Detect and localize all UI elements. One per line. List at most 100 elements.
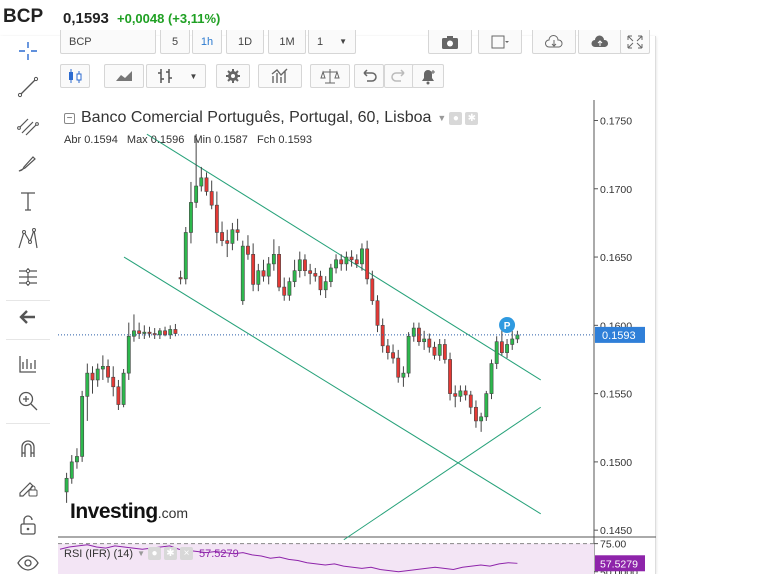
fib-icon [17, 118, 39, 136]
legend-collapse-button[interactable]: − [64, 112, 75, 124]
candle [69, 455, 74, 484]
chevron-down-icon[interactable]: ▼ [137, 549, 145, 558]
chart-legend: − Banco Comercial Português, Portugal, 6… [64, 108, 479, 128]
cloud-download-icon [545, 34, 563, 47]
visibility-tool[interactable] [10, 548, 46, 574]
investing-watermark: Investing.com [70, 500, 188, 524]
zoom-tool[interactable] [10, 386, 46, 416]
scales-button[interactable] [310, 64, 350, 88]
candle [474, 400, 478, 428]
back-tool[interactable] [10, 302, 46, 332]
area-icon [116, 71, 132, 81]
eye-icon[interactable]: ● [147, 547, 161, 560]
prediction-tool[interactable] [10, 262, 46, 292]
candle-body [308, 270, 313, 274]
candle-body [463, 390, 468, 396]
candle [106, 359, 110, 383]
candle-body [178, 277, 183, 280]
layout-button[interactable] [478, 30, 522, 54]
brush-tool[interactable] [10, 148, 46, 178]
candle-body [297, 259, 302, 272]
candle-body [163, 330, 167, 336]
settings-button[interactable] [216, 64, 250, 88]
candle-body [313, 273, 318, 277]
candle-body [157, 330, 162, 336]
camera-icon [442, 35, 458, 49]
candle [235, 218, 240, 241]
trend-line-tool[interactable] [10, 72, 46, 102]
lock-pencil-icon [19, 482, 38, 497]
undo-button[interactable] [354, 64, 384, 88]
candle-body [323, 281, 328, 291]
lock-drawings-tool[interactable] [10, 472, 46, 502]
candle-body [499, 341, 504, 353]
candle [240, 240, 245, 305]
save-chart-button[interactable] [578, 30, 622, 54]
text-icon [21, 192, 35, 211]
high-value: 0.1596 [150, 134, 185, 146]
chart-area[interactable]: 0.1750 0.1700 0.1650 0.1600 0.1550 0.1500 0.14… [58, 100, 656, 574]
candle-body [111, 376, 116, 388]
candle [199, 166, 204, 192]
price-tick-label: 0.1500 [600, 457, 632, 469]
last-price-label: 0.1593 [602, 330, 636, 342]
candle [406, 332, 411, 378]
candle [458, 385, 463, 402]
candle-body [137, 330, 142, 334]
symbol-label: BCP [69, 35, 92, 48]
channel-lower-line [123, 256, 541, 515]
indicators-button[interactable] [258, 64, 302, 88]
open-label: Abr [64, 134, 82, 146]
candle [246, 235, 250, 260]
compare-button[interactable]: ▼ [146, 64, 206, 88]
redo-button[interactable] [384, 64, 414, 88]
lock-tool[interactable] [10, 510, 46, 540]
gear-icon[interactable]: ✱ [465, 111, 479, 125]
high-label: Max [126, 134, 148, 146]
fullscreen-button[interactable] [620, 30, 650, 54]
timeframe-1m[interactable]: 1M [268, 30, 306, 54]
candle [147, 326, 152, 338]
rsi-value-label: 57.5279 [600, 558, 638, 570]
candle [116, 379, 121, 410]
crosshair-tool[interactable] [10, 36, 46, 66]
eye-icon [17, 555, 39, 571]
gear-icon[interactable]: ✱ [163, 547, 177, 560]
timeframe-1d[interactable]: 1D [226, 30, 264, 54]
candle [100, 355, 105, 380]
candle-body [183, 232, 188, 280]
candles-button[interactable] [60, 64, 90, 88]
area-button[interactable] [104, 64, 144, 88]
candle [360, 243, 364, 271]
symbol-search[interactable]: BCP [60, 30, 156, 54]
settings-icon [226, 69, 240, 83]
candle-body [442, 344, 447, 360]
pattern-tool[interactable] [10, 224, 46, 254]
load-chart-button[interactable] [532, 30, 576, 54]
alert-button[interactable] [412, 64, 444, 88]
eye-icon[interactable]: ● [449, 111, 463, 125]
candle [297, 251, 302, 278]
candle-body [282, 286, 287, 296]
alert-icon [422, 70, 435, 85]
fib-tool[interactable] [10, 111, 46, 141]
magnet-tool[interactable] [10, 434, 46, 464]
timeframe-5[interactable]: 5 [160, 30, 190, 54]
candle [209, 180, 214, 210]
candle [282, 277, 287, 301]
low-value: 0.1587 [214, 134, 248, 146]
chart-type-select[interactable]: 1 ▼ [308, 30, 356, 54]
text-tool[interactable] [10, 186, 46, 216]
candle [90, 366, 95, 394]
close-icon[interactable]: × [179, 547, 193, 560]
candle-body [349, 256, 354, 261]
candle-body [126, 335, 131, 374]
measure-tool[interactable] [10, 349, 46, 379]
timeframe-1h[interactable]: 1h [192, 30, 222, 54]
chart-type-label: 1 [316, 35, 324, 48]
price-tick-label: 0.1450 [600, 525, 632, 537]
candle [318, 270, 323, 296]
screenshot-button[interactable] [428, 30, 472, 54]
chevron-down-icon[interactable]: ▼ [437, 113, 446, 123]
candle-body [339, 259, 344, 265]
